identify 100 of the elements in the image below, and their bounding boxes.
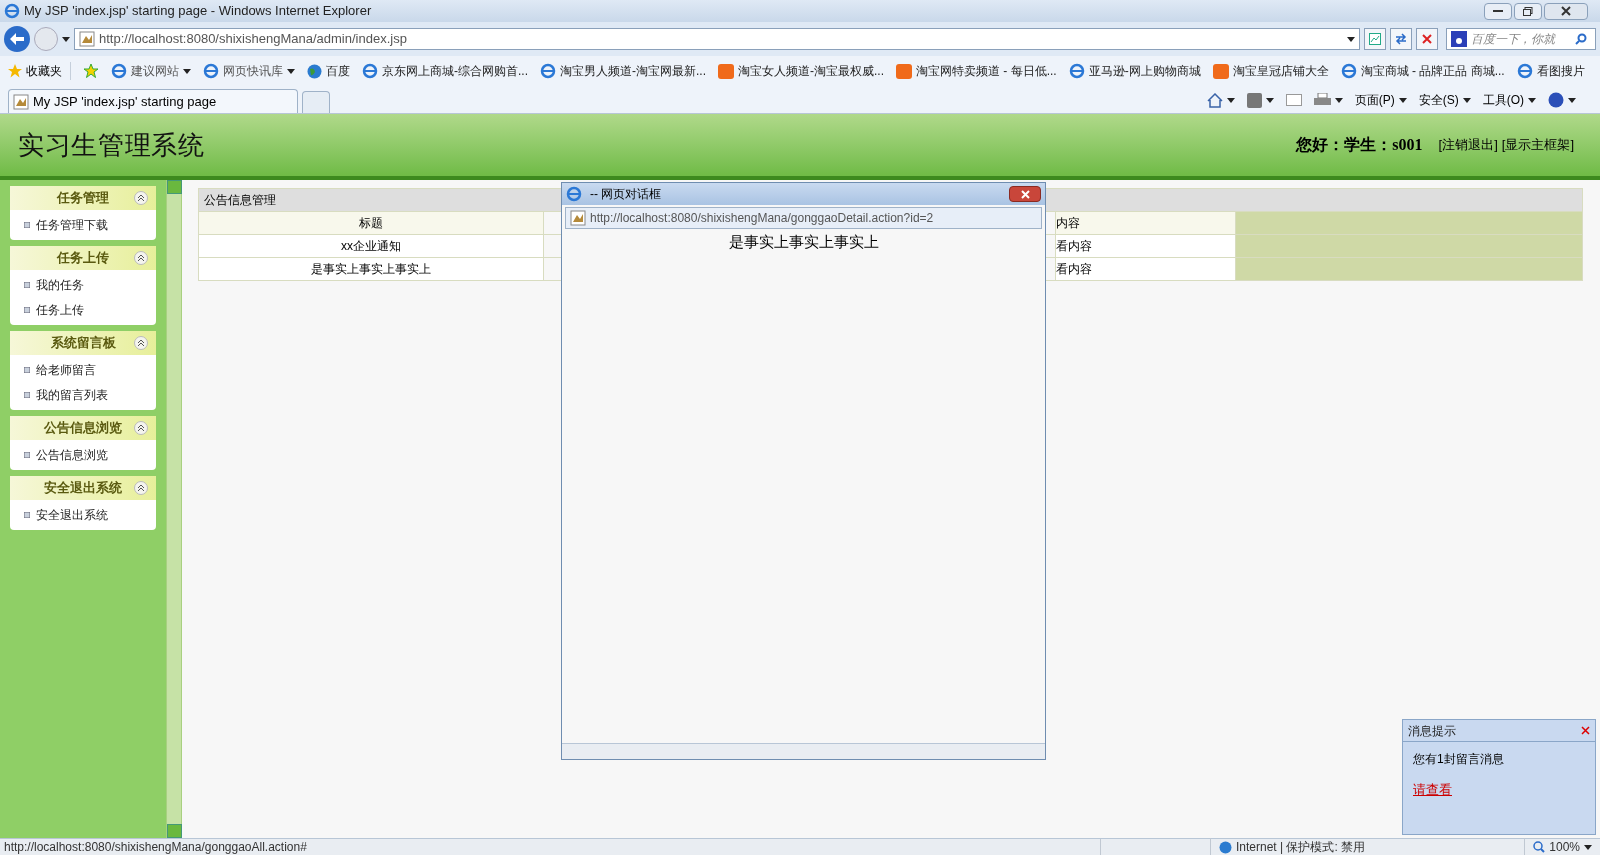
caret-icon — [1347, 36, 1355, 42]
favorite-link[interactable]: 亚马逊-网上购物商城 — [1068, 62, 1201, 80]
compatibility-button[interactable] — [1364, 28, 1386, 50]
command-menu[interactable]: 工具(O) — [1482, 91, 1536, 109]
table-cell[interactable]: 看内容 — [1056, 235, 1236, 257]
sidebar-item[interactable]: 给老师留言 — [10, 361, 156, 379]
favorite-link[interactable]: 百度 — [307, 62, 350, 80]
column-header: 内容 — [1056, 212, 1236, 234]
bullet-icon — [24, 512, 30, 518]
sidebar-item[interactable]: 任务管理下载 — [10, 216, 156, 234]
bullet-icon — [24, 282, 30, 288]
close-button[interactable] — [1009, 186, 1041, 202]
back-button[interactable] — [4, 26, 30, 52]
favorite-link[interactable]: 淘宝男人频道-淘宝网最新... — [540, 62, 706, 80]
back-arrow-icon — [10, 33, 24, 45]
close-icon — [1020, 189, 1030, 199]
sidebar-item[interactable]: 任务上传 — [10, 301, 156, 319]
notice-title: 是事实上事实上事实上 — [728, 232, 879, 252]
caret-icon — [287, 68, 295, 74]
stop-icon — [1422, 34, 1432, 44]
sidebar-group-header[interactable]: 任务上传 — [10, 246, 156, 270]
favorite-link[interactable]: 看图搜片 — [1516, 62, 1585, 80]
refresh-button[interactable] — [1390, 28, 1412, 50]
favorite-link[interactable]: 建议网站 — [111, 62, 191, 80]
page-icon — [79, 31, 95, 47]
collapse-icon — [134, 251, 148, 265]
star-icon — [8, 64, 22, 78]
sidebar-item[interactable]: 我的留言列表 — [10, 386, 156, 404]
sidebar-group-header[interactable]: 系统留言板 — [10, 331, 156, 355]
sidebar-group-header[interactable]: 任务管理 — [10, 186, 156, 210]
browser-icon — [1340, 63, 1357, 79]
favorite-link[interactable]: 淘宝网特卖频道 - 每日低... — [896, 62, 1057, 80]
caret-icon — [1568, 97, 1576, 103]
browser-icon — [203, 63, 219, 79]
command-menu[interactable]: 安全(S) — [1418, 91, 1471, 109]
sidebar-group-header[interactable]: 公告信息浏览 — [10, 416, 156, 440]
stop-button[interactable] — [1416, 28, 1438, 50]
printer-icon[interactable] — [1313, 93, 1331, 107]
header-link[interactable]: [注销退出] — [1438, 135, 1498, 155]
close-button[interactable] — [1544, 2, 1588, 20]
sidebar-item[interactable]: 我的任务 — [10, 276, 156, 294]
favorite-link[interactable]: 淘宝女人频道-淘宝最权威... — [718, 62, 884, 80]
collapse-icon — [134, 421, 148, 435]
minimize-button[interactable] — [1484, 2, 1512, 20]
scroll-handle[interactable] — [167, 824, 182, 838]
column-header: 标题 — [199, 212, 544, 234]
favorite-link[interactable]: 网页快讯库 — [203, 62, 295, 80]
restore-icon — [1523, 6, 1533, 16]
add-favorite-icon[interactable] — [83, 64, 99, 78]
browser-icon — [566, 186, 582, 202]
browser-tab[interactable]: My JSP 'index.jsp' starting page — [8, 89, 298, 113]
browser-icon — [4, 3, 20, 19]
header-link[interactable]: [显示主框架] — [1501, 135, 1574, 155]
greeting: 您好：学生：s001 — [1296, 135, 1423, 155]
table-cell[interactable]: 看内容 — [1056, 258, 1236, 280]
magnifier-icon — [1533, 841, 1546, 853]
address-field[interactable]: http://localhost:8080/shixishengMana/admin/index.jsp — [74, 28, 1360, 50]
home-icon[interactable] — [1206, 92, 1223, 108]
popup-message: 您有1封留言消息 — [1412, 751, 1505, 768]
table-cell: 是事实上事实上事实上 — [199, 258, 544, 280]
favorite-link[interactable]: 淘宝皇冠店铺大全 — [1212, 62, 1329, 80]
sidebar-item[interactable]: 公告信息浏览 — [10, 446, 156, 464]
favorite-link[interactable]: 淘宝商城 - 品牌正品 商城... — [1340, 62, 1505, 80]
popup-title: 消息提示 — [1408, 722, 1456, 740]
app-title: 实习生管理系统 — [18, 129, 205, 162]
bullet-icon — [24, 307, 30, 313]
browser-icon — [540, 63, 556, 79]
dialog-title: -- 网页对话框 — [590, 186, 662, 203]
sidebar-group-header[interactable]: 安全退出系统 — [10, 476, 156, 500]
zoom-button[interactable]: 100% — [1524, 838, 1600, 855]
favorites-button[interactable]: 收藏夹 — [8, 62, 71, 80]
command-menu[interactable]: 页面(P) — [1354, 91, 1407, 109]
caret-icon — [1265, 97, 1274, 103]
collapse-icon — [134, 481, 148, 495]
caret-icon — [1462, 97, 1471, 103]
caret-icon — [62, 36, 70, 42]
caret-icon — [1226, 97, 1235, 103]
search-field[interactable]: 百度一下，你就 — [1446, 28, 1596, 50]
status-text: http://localhost:8080/shixishengMana/gonggaoAll.action# — [3, 839, 308, 855]
caret-icon — [1584, 844, 1592, 850]
page-icon — [13, 93, 29, 110]
collapse-icon — [134, 336, 148, 350]
browser-icon — [1068, 63, 1085, 79]
popup-link[interactable]: 请查看 — [1403, 768, 1462, 800]
collapse-icon — [134, 191, 148, 205]
refresh-icon — [1395, 33, 1407, 45]
sidebar-item[interactable]: 安全退出系统 — [10, 506, 156, 524]
favorite-link[interactable]: 京东网上商城-综合网购首... — [362, 62, 528, 80]
table-cell: xx企业通知 — [199, 235, 544, 257]
restore-button[interactable] — [1514, 2, 1542, 20]
page-icon — [570, 210, 586, 226]
window-title: My JSP 'index.jsp' starting page - Windows Internet Explorer — [24, 2, 372, 21]
close-button[interactable] — [1581, 726, 1590, 735]
caret-icon — [1398, 97, 1407, 103]
browser-icon — [362, 63, 378, 79]
minimize-icon — [1493, 9, 1503, 13]
close-icon — [1561, 6, 1571, 16]
security-zone: Internet | 保护模式: 禁用 — [1236, 839, 1366, 855]
bullet-icon — [24, 222, 30, 228]
bullet-icon — [24, 452, 30, 458]
